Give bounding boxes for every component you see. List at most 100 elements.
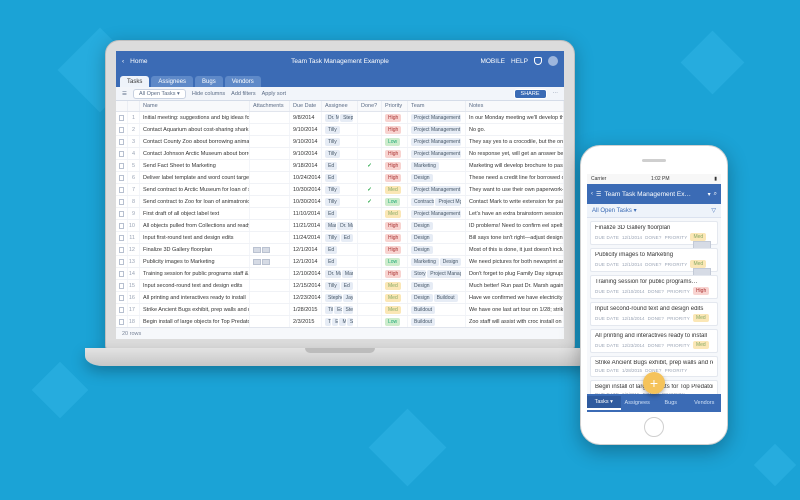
cell-team: Design (408, 220, 466, 231)
table-row[interactable]: 2Contact Aquarium about cost-sharing sha… (116, 124, 564, 136)
column-header[interactable]: Team (408, 101, 466, 111)
cell-notes: They want to use their own paperwork—try… (466, 184, 564, 195)
cell-priority: High (382, 244, 408, 255)
table-row[interactable]: 7Send contract to Arctic Museum for loan… (116, 184, 564, 196)
app-topbar: ‹ Home Team Task Management Example MOBI… (116, 51, 564, 71)
bell-icon[interactable] (534, 57, 542, 65)
view-switcher-icon[interactable]: ☰ (122, 91, 127, 97)
row-checkbox[interactable] (116, 124, 128, 135)
mobile-tab-bugs[interactable]: Bugs (654, 397, 688, 409)
row-checkbox[interactable] (116, 256, 128, 267)
more-icon[interactable]: ⋯ (553, 91, 559, 97)
add-fab-button[interactable]: + (643, 372, 665, 394)
row-checkbox[interactable] (116, 316, 128, 327)
column-header[interactable]: Assignee (322, 101, 358, 111)
row-checkbox[interactable] (116, 304, 128, 315)
help-link[interactable]: HELP (511, 58, 528, 65)
row-checkbox[interactable] (116, 136, 128, 147)
table-row[interactable]: 11Input first-round text and design edit… (116, 232, 564, 244)
apply-sort-button[interactable]: Apply sort (262, 91, 286, 97)
cell-assignee: MaryDr. Marsh (322, 220, 358, 231)
table-row[interactable]: 10All objects pulled from Collections an… (116, 220, 564, 232)
column-header[interactable]: Notes (466, 101, 564, 111)
column-header[interactable]: Priority (382, 101, 408, 111)
mobile-bottom-tabs: Tasks ▾AssigneesBugsVendors (587, 394, 721, 412)
row-checkbox[interactable] (116, 292, 128, 303)
table-row[interactable]: 15Input second-round text and design edi… (116, 280, 564, 292)
table-row[interactable]: 12Finalize 3D Gallery floorplan12/1/2014… (116, 244, 564, 256)
view-selector[interactable]: All Open Tasks ▾ (133, 89, 186, 99)
table-row[interactable]: 3Contact County Zoo about borrowing anim… (116, 136, 564, 148)
search-icon[interactable]: ⌕ (714, 191, 717, 198)
hide-columns-button[interactable]: Hide columns (192, 91, 225, 97)
column-header[interactable] (128, 101, 140, 111)
table-row[interactable]: 9First draft of all object label text11/… (116, 208, 564, 220)
cell-assignee: Tilly (322, 136, 358, 147)
tab-bugs[interactable]: Bugs (195, 76, 223, 87)
row-checkbox[interactable] (116, 268, 128, 279)
table-row[interactable]: 18Begin install of large objects for Top… (116, 316, 564, 327)
row-checkbox[interactable] (116, 196, 128, 207)
tab-tasks[interactable]: Tasks (120, 76, 149, 87)
column-header[interactable]: Attachments (250, 101, 290, 111)
chevron-down-icon[interactable]: ▾ (634, 208, 637, 214)
add-filters-button[interactable]: Add filters (231, 91, 255, 97)
table-row[interactable]: 5Send Fact Sheet to Marketing9/18/2014Ed… (116, 160, 564, 172)
cell-notes: We have one last art tour on 1/28; strik… (466, 304, 564, 315)
task-card[interactable]: All printing and interactives ready to i… (590, 329, 718, 353)
mobile-tab-vendors[interactable]: Vendors (688, 397, 722, 409)
table-row[interactable]: 1Initial meeting: suggestions and big id… (116, 112, 564, 124)
row-number: 4 (128, 148, 140, 159)
task-card[interactable]: Training session for public programs…DUE… (590, 275, 718, 299)
table-row[interactable]: 6Deliver label template and word count t… (116, 172, 564, 184)
cell-team: Design (408, 280, 466, 291)
table-row[interactable]: 16All printing and interactives ready to… (116, 292, 564, 304)
task-card[interactable]: Input second-round text and design edits… (590, 302, 718, 326)
filter-icon[interactable]: ▽ (711, 207, 716, 214)
table-row[interactable]: 17Strike Ancient Bugs exhibit, prep wall… (116, 304, 564, 316)
back-chevron-icon[interactable]: ‹ (122, 58, 124, 65)
task-card[interactable]: Finalize 3D Gallery floorplanDUE DATE12/… (590, 221, 718, 245)
row-checkbox[interactable] (116, 184, 128, 195)
avatar[interactable] (548, 56, 558, 66)
column-header[interactable]: Done? (358, 101, 382, 111)
dropdown-chevron-icon[interactable]: ▾ (708, 191, 711, 198)
cell-done (358, 244, 382, 255)
table-row[interactable]: 14Training session for public programs s… (116, 268, 564, 280)
share-button[interactable]: SHARE (514, 89, 547, 99)
view-name[interactable]: All Open Tasks (592, 208, 632, 214)
row-checkbox[interactable] (116, 148, 128, 159)
table-row[interactable]: 8Send contract to Zoo for loan of animat… (116, 196, 564, 208)
home-link[interactable]: Home (130, 58, 147, 65)
tab-vendors[interactable]: Vendors (225, 76, 261, 87)
cell-priority: High (382, 148, 408, 159)
mobile-tab-assignees[interactable]: Assignees (621, 397, 655, 409)
cell-name: Strike Ancient Bugs exhibit, prep walls … (140, 304, 250, 315)
card-list[interactable]: Finalize 3D Gallery floorplanDUE DATE12/… (587, 218, 721, 394)
row-checkbox[interactable] (116, 244, 128, 255)
row-checkbox[interactable] (116, 232, 128, 243)
cell-name: Contact County Zoo about borrowing anima… (140, 136, 250, 147)
column-header[interactable]: Name (140, 101, 250, 111)
hamburger-icon[interactable]: ☰ (596, 191, 601, 198)
row-checkbox[interactable] (116, 220, 128, 231)
task-card[interactable]: Publicity images to MarketingDUE DATE12/… (590, 248, 718, 272)
row-checkbox[interactable] (116, 280, 128, 291)
table-row[interactable]: 4Contact Johnson Arctic Museum about bor… (116, 148, 564, 160)
row-checkbox[interactable] (116, 172, 128, 183)
back-chevron-icon[interactable]: ‹ (591, 191, 593, 197)
cell-team: ContractsProject Mg (408, 196, 466, 207)
row-number: 5 (128, 160, 140, 171)
cell-attachments (250, 304, 290, 315)
mobile-tab-tasks[interactable]: Tasks ▾ (587, 396, 621, 410)
row-checkbox[interactable] (116, 160, 128, 171)
phone-mockup: Carrier1:02 PM▮ ‹ ☰ Team Task Management… (580, 145, 728, 445)
mobile-header: ‹ ☰ Team Task Management Ex… ▾ ⌕ (587, 184, 721, 204)
row-checkbox[interactable] (116, 112, 128, 123)
table-row[interactable]: 13Publicity images to Marketing12/1/2014… (116, 256, 564, 268)
column-header[interactable]: Due Date (290, 101, 322, 111)
mobile-link[interactable]: MOBILE (480, 58, 505, 65)
column-header[interactable] (116, 101, 128, 111)
row-checkbox[interactable] (116, 208, 128, 219)
tab-assignees[interactable]: Assignees (151, 76, 193, 87)
